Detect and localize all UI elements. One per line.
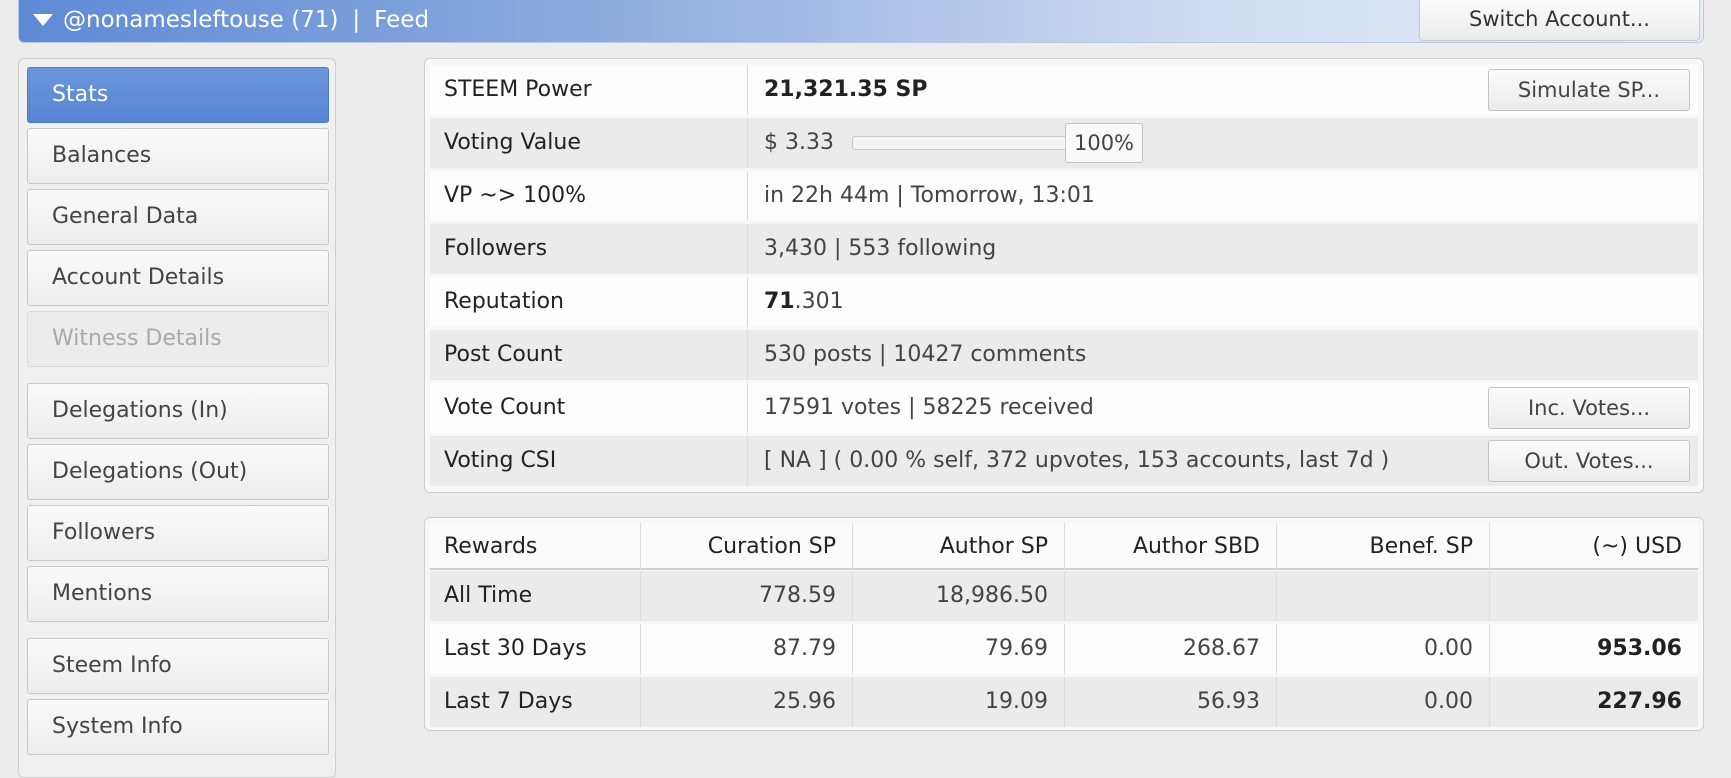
followers-value: 3,430 | 553 following bbox=[764, 236, 997, 261]
curation-sp-cell: 778.59 bbox=[641, 571, 853, 621]
followers-label: Followers bbox=[430, 224, 748, 274]
vote-count-label: Vote Count bbox=[430, 383, 748, 433]
simulate-sp-button[interactable]: Simulate SP... bbox=[1488, 69, 1690, 111]
sidebar-item-followers[interactable]: Followers bbox=[27, 505, 329, 561]
switch-account-button[interactable]: Switch Account... bbox=[1419, 0, 1700, 41]
header-separator: | bbox=[352, 7, 361, 33]
followers-row: Followers 3,430 | 553 following bbox=[430, 224, 1698, 274]
steem-power-value: 21,321.35 SP bbox=[748, 65, 928, 115]
steem-power-row: STEEM Power 21,321.35 SP Simulate SP... bbox=[430, 65, 1698, 115]
vote-count-value: 17591 votes | 58225 received bbox=[764, 395, 1094, 420]
column-header: Rewards bbox=[430, 523, 641, 570]
usd-cell: 227.96 bbox=[1597, 689, 1682, 714]
post-count-row: Post Count 530 posts | 10427 comments bbox=[430, 330, 1698, 380]
post-count-label: Post Count bbox=[430, 330, 748, 380]
chevron-down-icon[interactable] bbox=[33, 14, 53, 26]
curation-sp-cell: 25.96 bbox=[641, 677, 853, 727]
author-sbd-cell bbox=[1065, 571, 1277, 621]
sidebar-item-delegations-out[interactable]: Delegations (Out) bbox=[27, 444, 329, 500]
vp-value: in 22h 44m | Tomorrow, 13:01 bbox=[764, 183, 1095, 208]
usd-cell: 953.06 bbox=[1597, 636, 1682, 661]
reputation-integer: 71 bbox=[764, 289, 795, 314]
steem-power-label: STEEM Power bbox=[430, 65, 748, 115]
author-sbd-cell: 56.93 bbox=[1065, 677, 1277, 727]
reputation-value: 71.301 bbox=[748, 277, 844, 327]
column-header: Benef. SP bbox=[1277, 523, 1490, 570]
header-title: @nonamesleftouse (71) | Feed bbox=[63, 0, 429, 41]
benef-sp-cell: 0.00 bbox=[1277, 624, 1490, 674]
sidebar-item-witness-details: Witness Details bbox=[27, 311, 329, 367]
sidebar-item-mentions[interactable]: Mentions bbox=[27, 566, 329, 622]
usd-cell bbox=[1490, 571, 1698, 621]
vp-label: VP ~> 100% bbox=[430, 171, 748, 221]
benef-sp-cell bbox=[1277, 571, 1490, 621]
sidebar-item-delegations-in[interactable]: Delegations (In) bbox=[27, 383, 329, 439]
sidebar-item-balances[interactable]: Balances bbox=[27, 128, 329, 184]
author-sbd-cell: 268.67 bbox=[1065, 624, 1277, 674]
rewards-panel: Rewards Curation SP Author SP Author SBD… bbox=[424, 517, 1704, 731]
period-cell: Last 30 Days bbox=[430, 624, 641, 674]
column-header: Author SP bbox=[853, 523, 1065, 570]
section-name: Feed bbox=[374, 7, 430, 33]
out-votes-button[interactable]: Out. Votes... bbox=[1488, 440, 1690, 482]
voting-value-amount: $ 3.33 bbox=[764, 130, 834, 155]
table-row: Last 30 Days 87.79 79.69 268.67 0.00 953… bbox=[430, 624, 1698, 674]
benef-sp-cell: 0.00 bbox=[1277, 677, 1490, 727]
table-row: Last 7 Days 25.96 19.09 56.93 0.00 227.9… bbox=[430, 677, 1698, 727]
column-header: Author SBD bbox=[1065, 523, 1277, 570]
voting-weight-handle[interactable]: 100% bbox=[1065, 123, 1143, 163]
voting-weight-slider[interactable] bbox=[852, 136, 1068, 150]
sidebar-item-stats[interactable]: Stats bbox=[27, 67, 329, 123]
reputation-decimal: .301 bbox=[794, 289, 844, 314]
inc-votes-button[interactable]: Inc. Votes... bbox=[1488, 387, 1690, 429]
period-cell: All Time bbox=[430, 571, 641, 621]
sidebar: Stats Balances General Data Account Deta… bbox=[18, 58, 336, 778]
column-header: Curation SP bbox=[641, 523, 853, 570]
table-row: All Time 778.59 18,986.50 bbox=[430, 571, 1698, 621]
voting-csi-row: Voting CSI [ NA ] ( 0.00 % self, 372 upv… bbox=[430, 436, 1698, 486]
column-header: (~) USD bbox=[1592, 534, 1682, 559]
voting-value-label: Voting Value bbox=[430, 118, 748, 168]
voting-csi-value: [ NA ] ( 0.00 % self, 372 upvotes, 153 a… bbox=[764, 448, 1390, 473]
author-sp-cell: 79.69 bbox=[853, 624, 1065, 674]
post-count-value: 530 posts | 10427 comments bbox=[764, 342, 1087, 367]
reputation-row: Reputation 71.301 bbox=[430, 277, 1698, 327]
author-sp-cell: 18,986.50 bbox=[853, 571, 1065, 621]
stats-panel: STEEM Power 21,321.35 SP Simulate SP... … bbox=[424, 58, 1704, 493]
period-cell: Last 7 Days bbox=[430, 677, 641, 727]
sidebar-item-system-info[interactable]: System Info bbox=[27, 699, 329, 755]
rewards-header-row: Rewards Curation SP Author SP Author SBD… bbox=[430, 523, 1698, 570]
reputation-label: Reputation bbox=[430, 277, 748, 327]
sidebar-item-account-details[interactable]: Account Details bbox=[27, 250, 329, 306]
steem-power-amount: 21,321.35 SP bbox=[764, 77, 928, 102]
sidebar-item-steem-info[interactable]: Steem Info bbox=[27, 638, 329, 694]
sidebar-item-general-data[interactable]: General Data bbox=[27, 189, 329, 245]
vote-count-row: Vote Count 17591 votes | 58225 received … bbox=[430, 383, 1698, 433]
author-sp-cell: 19.09 bbox=[853, 677, 1065, 727]
curation-sp-cell: 87.79 bbox=[641, 624, 853, 674]
account-name: @nonamesleftouse (71) bbox=[63, 7, 339, 33]
voting-csi-label: Voting CSI bbox=[430, 436, 748, 486]
vp-row: VP ~> 100% in 22h 44m | Tomorrow, 13:01 bbox=[430, 171, 1698, 221]
